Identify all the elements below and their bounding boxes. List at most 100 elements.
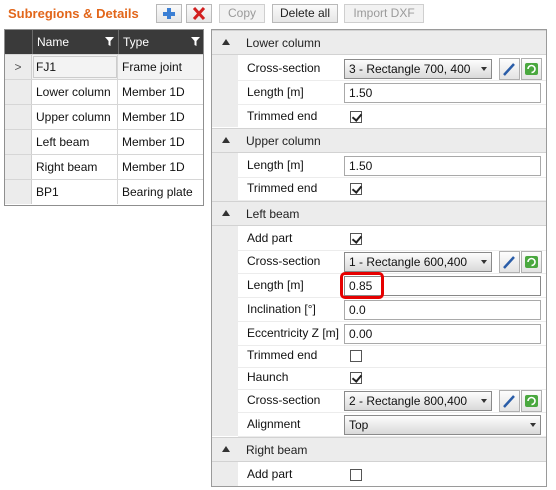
row-selector[interactable]: > (5, 55, 32, 79)
list-row-left-beam[interactable]: Left beam Member 1D (5, 129, 203, 154)
column-header-name-label: Name (37, 35, 70, 49)
row-type: Frame joint (118, 55, 203, 79)
column-header-type[interactable]: Type (118, 30, 203, 54)
row-selector[interactable] (5, 80, 32, 104)
collapse-triangle-icon[interactable] (222, 210, 230, 216)
section-gutter (212, 462, 238, 486)
prop-row-trimmed-end: Trimmed end (238, 344, 546, 368)
prop-row-cross-section: Cross-section 3 - Rectangle 700, 400 (238, 57, 546, 81)
row-selector[interactable] (5, 155, 32, 179)
prop-label: Cross-section (247, 61, 321, 75)
edit-cross-section-button[interactable] (499, 251, 520, 273)
delete-all-button[interactable]: Delete all (272, 4, 338, 23)
delete-button[interactable] (186, 4, 212, 23)
select-value: 3 - Rectangle 700, 400 (349, 62, 471, 76)
select-value: 1 - Rectangle 600,400 (349, 255, 468, 269)
edit-cross-section-button[interactable] (499, 58, 520, 80)
filter-icon[interactable] (105, 37, 114, 46)
row-selector[interactable] (5, 180, 32, 204)
section-upper-column[interactable]: Upper column (212, 128, 546, 153)
prop-row-length: Length [m] 1.50 (238, 81, 546, 105)
refresh-icon (525, 63, 538, 75)
chevron-down-icon (481, 67, 487, 71)
prop-row-add-part: Add part (238, 463, 546, 486)
prop-label: Trimmed end (247, 348, 318, 362)
row-name: Lower column (32, 80, 118, 104)
list-row-right-beam[interactable]: Right beam Member 1D (5, 154, 203, 179)
row-name: FJ1 (32, 55, 118, 79)
column-header-type-label: Type (123, 35, 150, 49)
refresh-cross-section-button[interactable] (521, 58, 542, 80)
prop-row-trimmed-end: Trimmed end (238, 177, 546, 201)
list-header: Name Type (5, 30, 203, 54)
prop-row-cross-section: Cross-section 1 - Rectangle 600,400 (238, 250, 546, 274)
collapse-triangle-icon[interactable] (222, 39, 230, 45)
red-x-icon (192, 6, 206, 21)
row-name: Right beam (32, 155, 118, 179)
eccentricity-input[interactable]: 0.00 (344, 324, 541, 344)
filter-icon[interactable] (191, 37, 200, 46)
refresh-cross-section-button[interactable] (521, 251, 542, 273)
prop-label: Trimmed end (247, 109, 318, 123)
section-lower-column[interactable]: Lower column (212, 30, 546, 55)
haunch-cross-section-select[interactable]: 2 - Rectangle 800,400 (344, 391, 492, 411)
cross-section-select[interactable]: 3 - Rectangle 700, 400 (344, 59, 492, 79)
prop-label: Cross-section (247, 254, 321, 268)
prop-label: Add part (247, 231, 293, 245)
prop-row-haunch: Haunch (238, 366, 546, 390)
trimmed-end-checkbox[interactable] (350, 350, 362, 362)
import-dxf-button[interactable]: Import DXF (344, 4, 424, 23)
trimmed-end-checkbox[interactable] (350, 111, 362, 123)
prop-row-haunch-cross-section: Cross-section 2 - Rectangle 800,400 (238, 389, 546, 413)
refresh-icon (525, 256, 538, 268)
list-row-bp1[interactable]: BP1 Bearing plate (5, 179, 203, 204)
section-gutter (212, 153, 238, 201)
prop-label: Haunch (247, 370, 289, 384)
section-title: Right beam (246, 443, 308, 457)
section-title: Left beam (246, 207, 300, 221)
prop-row-length: Length [m] 1.50 (238, 154, 546, 178)
cross-section-select[interactable]: 1 - Rectangle 600,400 (344, 252, 492, 272)
row-name: Upper column (32, 105, 118, 129)
section-gutter (212, 55, 238, 127)
row-selector[interactable] (5, 105, 32, 129)
haunch-checkbox[interactable] (350, 372, 362, 384)
subregions-list: Name Type > FJ1 Frame joint Lower column… (4, 29, 204, 206)
row-type: Member 1D (122, 160, 185, 174)
row-selector[interactable] (5, 130, 32, 154)
pencil-icon (503, 63, 515, 76)
alignment-select[interactable]: Top (344, 415, 541, 435)
column-header-name[interactable]: Name (32, 30, 118, 54)
row-type: Member 1D (122, 110, 185, 124)
section-right-beam[interactable]: Right beam (212, 437, 546, 462)
prop-label: Inclination [°] (247, 302, 316, 316)
trimmed-end-checkbox[interactable] (350, 183, 362, 195)
refresh-cross-section-button[interactable] (521, 390, 542, 412)
length-input[interactable]: 1.50 (344, 156, 541, 176)
section-gutter (212, 226, 238, 436)
collapse-triangle-icon[interactable] (222, 446, 230, 452)
length-input[interactable]: 1.50 (344, 83, 541, 103)
list-row-lower-column[interactable]: Lower column Member 1D (5, 79, 203, 104)
prop-label: Add part (247, 467, 293, 481)
pencil-icon (503, 256, 515, 269)
add-part-checkbox[interactable] (350, 233, 362, 245)
prop-label: Trimmed end (247, 181, 318, 195)
list-row-fj1[interactable]: > FJ1 Frame joint (5, 54, 203, 79)
panel-title: Subregions & Details (8, 6, 139, 21)
collapse-triangle-icon[interactable] (222, 137, 230, 143)
add-part-checkbox[interactable] (350, 469, 362, 481)
edit-cross-section-button[interactable] (499, 390, 520, 412)
inclination-input[interactable]: 0.0 (344, 300, 541, 320)
add-button[interactable] (156, 4, 182, 23)
list-row-upper-column[interactable]: Upper column Member 1D (5, 104, 203, 129)
copy-button[interactable]: Copy (219, 4, 265, 23)
row-name: BP1 (32, 180, 118, 204)
property-grid: Lower column Cross-section 3 - Rectangle… (211, 29, 547, 487)
row-type: Bearing plate (122, 185, 193, 199)
chevron-down-icon (481, 399, 487, 403)
pencil-icon (503, 395, 515, 408)
highlight-marker (340, 272, 384, 299)
section-left-beam[interactable]: Left beam (212, 201, 546, 226)
prop-row-add-part: Add part (238, 227, 546, 251)
